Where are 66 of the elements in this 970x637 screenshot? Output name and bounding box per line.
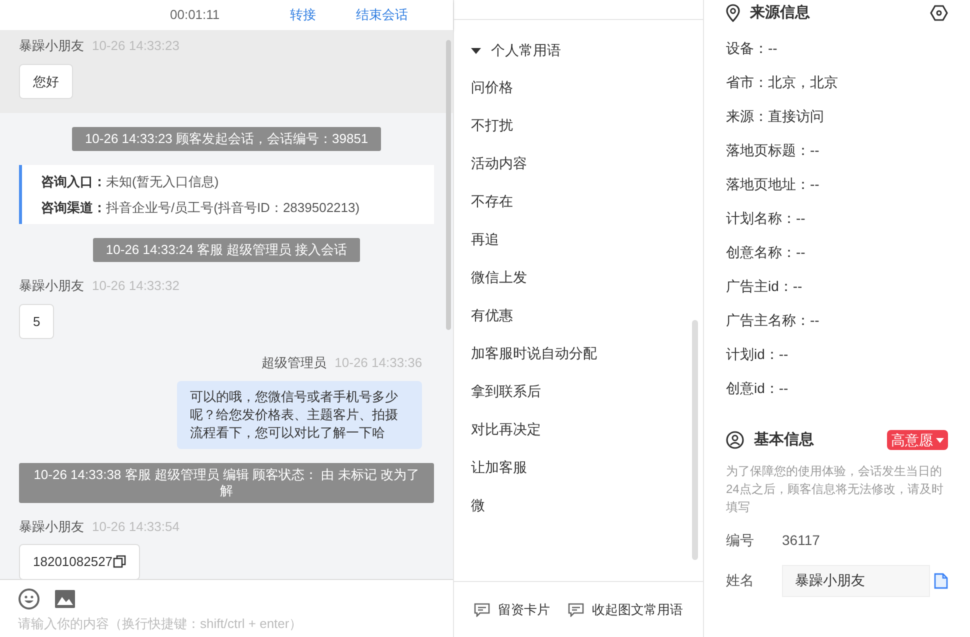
- location-pin-icon: [726, 4, 740, 22]
- field-label: 姓名: [726, 571, 755, 590]
- header-link[interactable]: 转接: [290, 5, 316, 25]
- message-bubble: 可以的哦，您微信号或者手机号多少呢？给您发价格表、主题客片、拍摄流程看下，您可以对比了解一下哈: [177, 380, 422, 448]
- message-time: 10-26 14:33:32: [92, 277, 180, 295]
- system-notice: 10-26 14:33:24 客服 超级管理员 接入会话: [92, 238, 360, 262]
- quick-reply-item[interactable]: 让加客服: [471, 457, 528, 478]
- message-time: 10-26 14:33:36: [334, 354, 422, 372]
- caret-icon: [936, 438, 944, 443]
- scrollbar-thumb[interactable]: [692, 320, 698, 560]
- info-field: 广告主名称：--: [726, 310, 948, 331]
- quick-reply-item[interactable]: 不存在: [471, 191, 514, 212]
- header-link[interactable]: 结束会话: [356, 5, 408, 25]
- document-icon[interactable]: [934, 572, 948, 588]
- comment-icon: [474, 602, 490, 616]
- info-field: 来源：直接访问: [726, 106, 948, 127]
- message-time: 10-26 14:33:54: [92, 518, 180, 536]
- info-field: 广告主id：--: [726, 276, 948, 297]
- quick-reply-item[interactable]: 再追: [471, 229, 500, 250]
- info-field: 创意id：--: [726, 378, 948, 399]
- message-text: 18201082527: [33, 553, 113, 571]
- info-field: 计划名称：--: [726, 208, 948, 229]
- image-icon[interactable]: [54, 589, 76, 609]
- info-line: 咨询入口：未知(暂无入口信息): [41, 173, 220, 191]
- quick-reply-item[interactable]: 问价格: [471, 77, 514, 98]
- quick-reply-item[interactable]: 不打扰: [471, 115, 514, 136]
- intent-tag-dropdown[interactable]: 高意愿: [887, 430, 948, 450]
- info-field: 计划id：--: [726, 344, 948, 365]
- section-title: 来源信息: [750, 2, 810, 23]
- quick-replies-toggle[interactable]: 个人常用语: [471, 40, 703, 61]
- comment-icon: [568, 602, 584, 616]
- section-title: 基本信息: [754, 430, 814, 450]
- quick-reply-item[interactable]: 对比再决定: [471, 419, 542, 440]
- info-field: 落地页地址：--: [726, 174, 948, 195]
- sender-name: 暴躁小朋友: [19, 37, 84, 55]
- quick-reply-item[interactable]: 有优惠: [471, 305, 514, 326]
- emoji-icon[interactable]: [18, 588, 40, 610]
- message-text: 您好: [33, 72, 59, 90]
- call-timer: 00:01:11: [170, 6, 220, 24]
- sender-name: 暴躁小朋友: [19, 518, 84, 536]
- info-field: 设备：--: [726, 38, 948, 59]
- info-field: 省市：北京，北京: [726, 72, 948, 93]
- settings-icon[interactable]: [930, 5, 948, 21]
- name-input[interactable]: 暴躁小朋友: [782, 564, 930, 596]
- field-label: 编号: [726, 530, 755, 550]
- notice-text: 为了保障您的使用体验，会话发生当日的24点之后，顾客信息将无法修改，请及时填写: [726, 462, 944, 516]
- quick-reply-item[interactable]: 微: [471, 495, 486, 516]
- system-notice: 10-26 14:33:23 顾客发起会话，会话编号：39851: [72, 127, 382, 151]
- quick-reply-item[interactable]: 拿到联系后: [471, 381, 542, 402]
- user-icon: [726, 431, 744, 450]
- copy-icon[interactable]: [112, 555, 126, 568]
- toolbar-button[interactable]: 留资卡片: [474, 600, 550, 620]
- message-text: 5: [33, 312, 40, 330]
- system-notice: 10-26 14:33:38 客服 超级管理员 编辑 顾客状态： 由 未标记 改为了解: [19, 462, 434, 502]
- info-field: 创意名称：--: [726, 242, 948, 263]
- quick-reply-item[interactable]: 活动内容: [471, 153, 528, 174]
- field-value: 36117: [782, 530, 820, 550]
- sender-name: 超级管理员: [262, 354, 327, 372]
- info-field: 落地页标题：--: [726, 140, 948, 161]
- quick-reply-item[interactable]: 加客服时说自动分配: [471, 343, 598, 364]
- scrollbar-thumb[interactable]: [446, 40, 452, 330]
- sender-name: 暴躁小朋友: [19, 277, 84, 295]
- quick-reply-item[interactable]: 微信上发: [471, 267, 528, 288]
- info-line: 咨询渠道：抖音企业号/员工号(抖音号ID：2839502213): [41, 198, 361, 217]
- message-input[interactable]: 请输入你的内容（换行快捷键：shift/ctrl + enter）: [18, 614, 436, 634]
- toolbar-button[interactable]: 收起图文常用语: [568, 600, 683, 620]
